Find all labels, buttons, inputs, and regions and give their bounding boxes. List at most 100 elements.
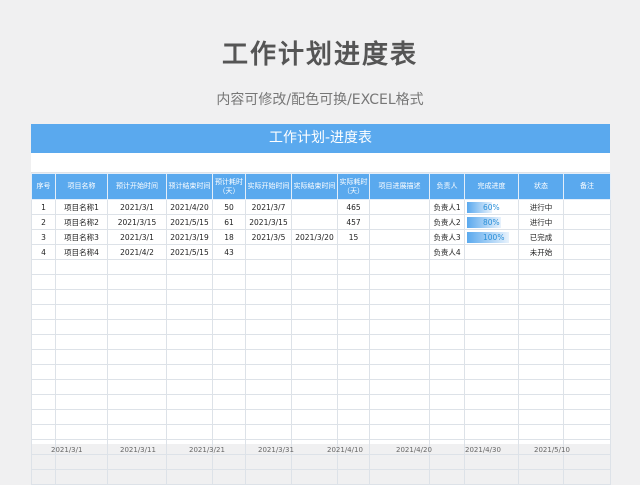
table-cell[interactable]: 60% (464, 199, 519, 215)
table-cell[interactable] (55, 289, 108, 305)
table-cell[interactable] (291, 349, 338, 365)
table-cell[interactable] (518, 349, 564, 365)
table-cell[interactable] (518, 364, 564, 380)
table-cell[interactable] (337, 409, 370, 425)
table-cell[interactable] (291, 244, 338, 260)
table-cell[interactable] (518, 469, 564, 485)
table-cell[interactable]: 已完成 (518, 229, 564, 245)
table-cell[interactable] (337, 364, 370, 380)
table-cell[interactable] (166, 424, 213, 440)
table-cell[interactable] (369, 409, 430, 425)
table-cell[interactable]: 1 (31, 199, 56, 215)
table-cell[interactable]: 2021/3/1 (107, 199, 167, 215)
table-cell[interactable] (245, 259, 292, 275)
table-cell[interactable] (563, 229, 611, 245)
table-cell[interactable] (464, 364, 519, 380)
table-cell[interactable] (429, 424, 465, 440)
table-cell[interactable] (55, 319, 108, 335)
table-cell[interactable] (369, 199, 430, 215)
table-cell[interactable] (107, 424, 167, 440)
table-cell[interactable]: 2021/3/7 (245, 199, 292, 215)
table-cell[interactable] (464, 349, 519, 365)
table-cell[interactable] (291, 319, 338, 335)
table-cell[interactable] (212, 394, 246, 410)
table-cell[interactable] (55, 334, 108, 350)
table-cell[interactable]: 负责人1 (429, 199, 465, 215)
table-cell[interactable] (212, 364, 246, 380)
table-cell[interactable]: 2 (31, 214, 56, 230)
table-cell[interactable] (31, 424, 56, 440)
table-cell[interactable] (291, 259, 338, 275)
table-cell[interactable] (563, 349, 611, 365)
table-cell[interactable] (369, 319, 430, 335)
table-cell[interactable] (369, 424, 430, 440)
table-cell[interactable]: 负责人3 (429, 229, 465, 245)
table-cell[interactable]: 项目名称2 (55, 214, 108, 230)
table-cell[interactable] (563, 364, 611, 380)
table-cell[interactable] (107, 319, 167, 335)
table-cell[interactable] (291, 379, 338, 395)
column-header[interactable]: 项目进展描述 (369, 173, 430, 200)
table-cell[interactable] (107, 259, 167, 275)
table-cell[interactable] (291, 409, 338, 425)
table-cell[interactable] (369, 334, 430, 350)
table-cell[interactable] (518, 394, 564, 410)
table-cell[interactable] (212, 304, 246, 320)
table-cell[interactable] (563, 319, 611, 335)
table-cell[interactable] (31, 409, 56, 425)
table-cell[interactable] (107, 334, 167, 350)
table-cell[interactable] (563, 199, 611, 215)
table-cell[interactable] (245, 304, 292, 320)
table-cell[interactable] (55, 364, 108, 380)
table-cell[interactable] (291, 214, 338, 230)
table-cell[interactable]: 465 (337, 199, 370, 215)
table-cell[interactable] (245, 469, 292, 485)
table-cell[interactable] (429, 274, 465, 290)
table-cell[interactable] (31, 274, 56, 290)
table-cell[interactable] (464, 379, 519, 395)
table-cell[interactable] (464, 394, 519, 410)
table-cell[interactable] (369, 259, 430, 275)
table-cell[interactable]: 未开始 (518, 244, 564, 260)
table-cell[interactable] (166, 334, 213, 350)
table-cell[interactable] (518, 409, 564, 425)
table-cell[interactable]: 负责人4 (429, 244, 465, 260)
table-cell[interactable] (369, 469, 430, 485)
table-cell[interactable] (212, 349, 246, 365)
table-cell[interactable] (337, 274, 370, 290)
table-cell[interactable] (518, 334, 564, 350)
table-cell[interactable] (369, 364, 430, 380)
table-cell[interactable] (31, 319, 56, 335)
table-cell[interactable] (245, 334, 292, 350)
table-cell[interactable] (337, 379, 370, 395)
column-header[interactable]: 预计结束时间 (166, 173, 213, 200)
table-cell[interactable] (166, 259, 213, 275)
table-cell[interactable] (31, 334, 56, 350)
table-cell[interactable] (291, 199, 338, 215)
table-cell[interactable] (429, 304, 465, 320)
table-cell[interactable]: 2021/4/2 (107, 244, 167, 260)
table-cell[interactable] (369, 379, 430, 395)
table-cell[interactable] (563, 469, 611, 485)
table-cell[interactable] (291, 289, 338, 305)
column-header[interactable]: 预计开始时间 (107, 173, 167, 200)
table-cell[interactable] (55, 274, 108, 290)
table-cell[interactable] (31, 364, 56, 380)
table-cell[interactable] (212, 259, 246, 275)
table-cell[interactable] (212, 289, 246, 305)
table-cell[interactable] (291, 304, 338, 320)
table-cell[interactable]: 负责人2 (429, 214, 465, 230)
table-cell[interactable] (166, 289, 213, 305)
table-cell[interactable] (245, 244, 292, 260)
table-cell[interactable] (369, 349, 430, 365)
table-cell[interactable] (518, 379, 564, 395)
table-cell[interactable]: 80% (464, 214, 519, 230)
table-cell[interactable] (563, 274, 611, 290)
table-cell[interactable] (563, 424, 611, 440)
table-cell[interactable] (245, 424, 292, 440)
column-header[interactable]: 负责人 (429, 173, 465, 200)
table-cell[interactable]: 2021/5/15 (166, 244, 213, 260)
table-cell[interactable] (337, 349, 370, 365)
table-cell[interactable] (429, 364, 465, 380)
column-header[interactable]: 完成进度 (464, 173, 519, 200)
